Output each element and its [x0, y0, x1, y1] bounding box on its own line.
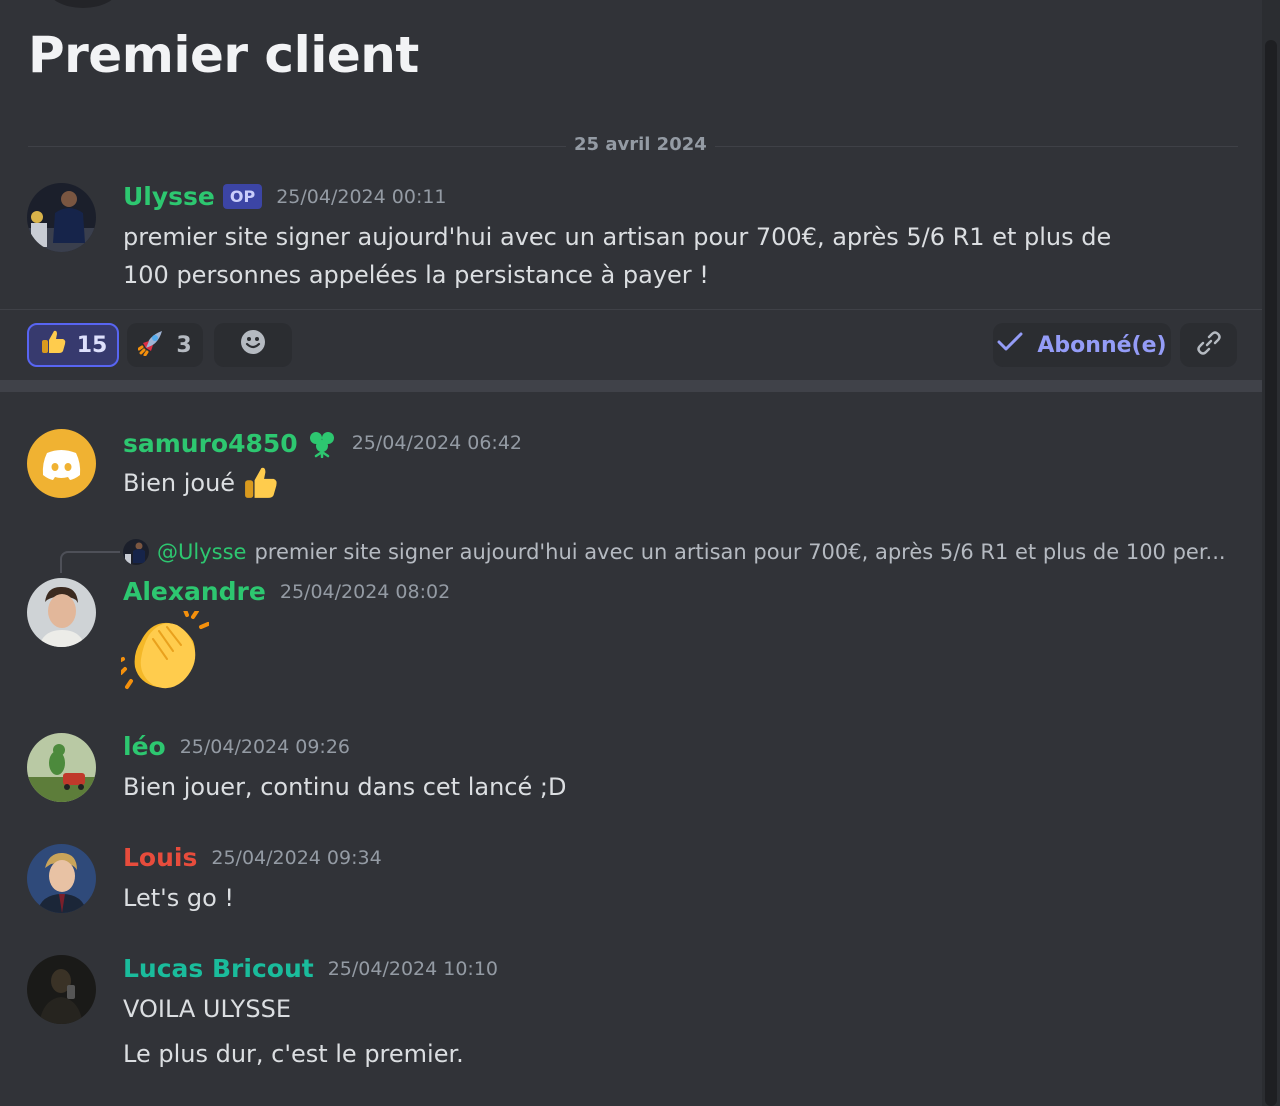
message-text: Let's go ! [123, 884, 235, 912]
avatar[interactable] [27, 844, 96, 913]
reply-avatar [123, 539, 149, 565]
author-name[interactable]: Louis [123, 843, 197, 872]
copy-link-button[interactable] [1180, 323, 1237, 367]
message-text: Bien joué [123, 469, 236, 497]
avatar-alexandre-image [27, 578, 96, 647]
thread-separator [0, 380, 1262, 392]
avatar-lucas-image [27, 955, 96, 1024]
reaction-count: 15 [76, 332, 108, 358]
message-text: Le plus dur, c'est le premier. [123, 1040, 464, 1068]
thumbs-up-icon [241, 464, 279, 502]
follow-label: Abonné(e) [1037, 332, 1167, 358]
reply-preview: premier site signer aujourd'hui avec un … [254, 540, 1226, 564]
date-divider-label: 25 avril 2024 [566, 134, 715, 155]
clapping-hands-icon [117, 608, 210, 699]
discord-logo-icon [42, 450, 81, 480]
timestamp: 25/04/2024 00:11 [276, 185, 447, 208]
avatar[interactable] [27, 955, 96, 1024]
author-name[interactable]: Lucas Bricout [123, 954, 314, 983]
reply-reference[interactable]: @Ulysse premier site signer aujourd'hui … [123, 539, 1226, 565]
reaction-rocket[interactable]: 3 [127, 323, 203, 367]
timestamp: 25/04/2024 09:26 [179, 735, 351, 758]
message-text-line: Bien joué [123, 464, 279, 502]
timestamp: 25/04/2024 08:02 [279, 580, 451, 603]
link-icon [1196, 330, 1222, 360]
message-text: Bien jouer, continu dans cet lancé ;D [123, 773, 567, 801]
author-name[interactable]: léo [123, 732, 166, 761]
author-name[interactable]: Alexandre [123, 577, 266, 606]
timestamp: 25/04/2024 10:10 [327, 957, 499, 980]
reply-mention[interactable]: @Ulysse [157, 540, 246, 564]
timestamp: 25/04/2024 09:34 [211, 846, 382, 869]
scrollbar-track[interactable] [1262, 0, 1280, 1106]
post-separator [0, 309, 1262, 310]
avatar[interactable] [27, 429, 96, 498]
smiley-icon [240, 329, 266, 361]
thread-title: Premier client [28, 26, 419, 84]
checkmark-icon [997, 331, 1023, 359]
avatar[interactable] [27, 578, 96, 647]
reaction-count: 3 [176, 332, 192, 358]
reaction-thumbs-up[interactable]: 15 [27, 323, 119, 367]
reply-spine [60, 551, 120, 573]
rocket-icon [137, 328, 166, 362]
thumbs-up-icon [39, 328, 67, 362]
avatar-leo-image [27, 733, 96, 802]
scrollbar-thumb[interactable] [1265, 40, 1277, 1106]
clover-icon [306, 428, 338, 458]
message-text: VOILA ULYSSE [123, 995, 291, 1023]
message-text: premier site signer aujourd'hui avec un … [123, 223, 1112, 289]
avatar-louis-image [27, 844, 96, 913]
author-name[interactable]: Ulysse [123, 182, 215, 211]
previous-avatar-edge [48, 0, 118, 8]
add-reaction-button[interactable] [214, 323, 292, 367]
avatar[interactable] [27, 733, 96, 802]
op-badge: OP [222, 184, 263, 209]
avatar[interactable] [27, 183, 96, 252]
avatar-ulysse-image [27, 183, 96, 252]
author-name[interactable]: samuro4850 [123, 429, 298, 458]
follow-button[interactable]: Abonné(e) [993, 323, 1171, 367]
timestamp: 25/04/2024 06:42 [351, 432, 522, 454]
